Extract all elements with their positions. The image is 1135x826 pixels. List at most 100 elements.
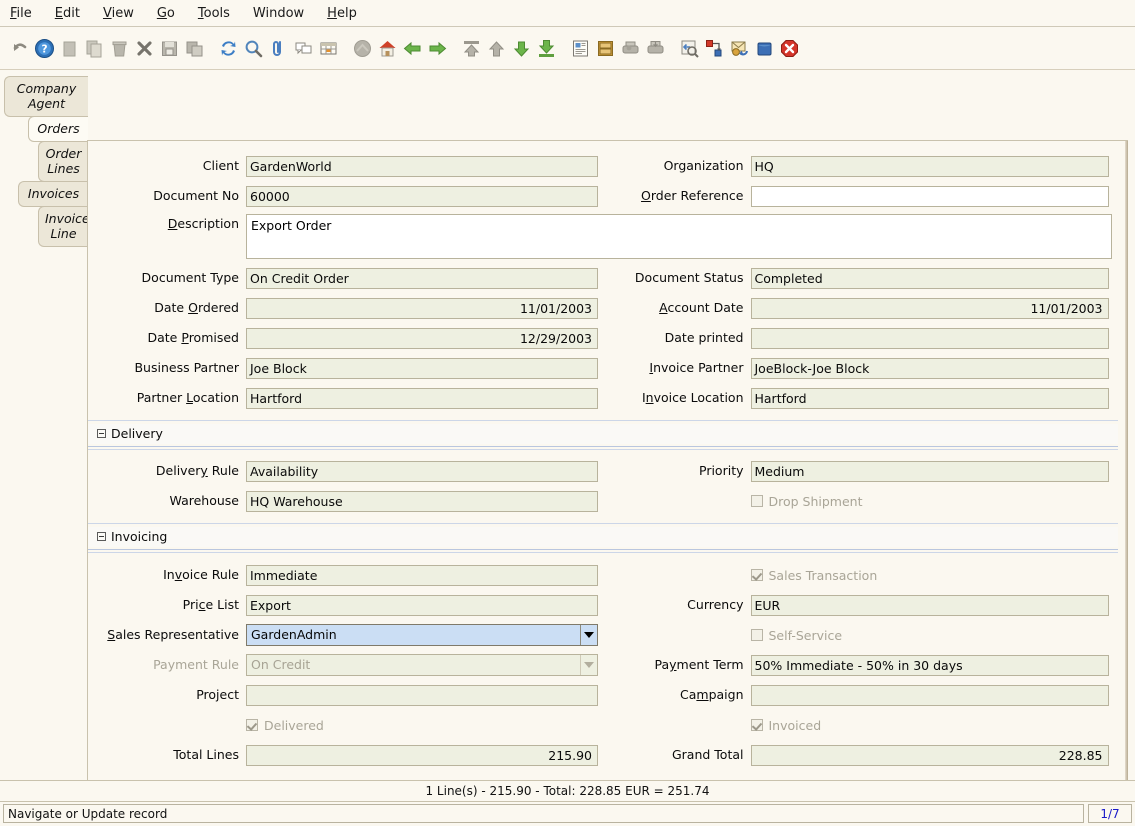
order-form-panel: Client GardenWorld Organization HQ Docum… [87, 140, 1128, 826]
checkbox-checked-icon [246, 719, 258, 731]
invoice-location-field[interactable]: Hartford [750, 387, 1109, 409]
currency-field[interactable]: EUR [750, 594, 1109, 616]
collapse-icon[interactable] [97, 532, 106, 541]
help-icon[interactable]: ? [32, 33, 57, 63]
account-date-label: Account Date [659, 300, 744, 315]
date-printed-field[interactable] [750, 327, 1109, 349]
back-icon[interactable] [400, 33, 425, 63]
invoicing-section-header[interactable]: Invoicing [88, 527, 1118, 547]
form-row-date-promised: Date Promised 12/29/2003 Date printed [88, 323, 1118, 353]
svg-text:?: ? [41, 43, 47, 55]
first-record-icon[interactable] [459, 33, 484, 63]
menu-edit[interactable]: Edit [53, 5, 82, 22]
invoice-partner-label: Invoice Partner [649, 360, 744, 375]
product-info-icon[interactable] [752, 33, 777, 63]
date-promised-field[interactable]: 12/29/2003 [246, 327, 598, 349]
invoice-partner-field[interactable]: JoeBlock-Joe Block [750, 357, 1109, 379]
last-record-icon[interactable] [534, 33, 559, 63]
print-preview-icon[interactable] [618, 33, 643, 63]
form-row-invoice-rule: Invoice Rule Immediate Sales Transaction [88, 560, 1118, 590]
form-row-description: Description Export Order [88, 211, 1118, 263]
tab-invoice-line[interactable]: Invoice Line [38, 206, 90, 247]
drop-shipment-checkbox[interactable]: Drop Shipment [750, 494, 863, 509]
document-type-field[interactable]: On Credit Order [246, 267, 598, 289]
partner-location-field[interactable]: Hartford [246, 387, 598, 409]
save-icon[interactable] [157, 33, 182, 63]
print-icon[interactable] [643, 33, 668, 63]
delivered-checkbox[interactable]: Delivered [246, 718, 324, 733]
menu-window[interactable]: Window [251, 5, 306, 22]
grid-toggle-icon[interactable] [316, 33, 341, 63]
payment-rule-value: On Credit [251, 657, 311, 672]
exit-icon[interactable] [777, 33, 802, 63]
date-ordered-field[interactable]: 11/01/2003 [246, 297, 598, 319]
tab-company-agent[interactable]: Company Agent [4, 76, 88, 117]
payment-rule-combo[interactable]: On Credit [246, 654, 598, 676]
delivery-rule-field[interactable]: Availability [246, 460, 598, 482]
tab-order-lines[interactable]: Order Lines [38, 141, 88, 182]
menu-tools[interactable]: Tools [196, 5, 232, 22]
collapse-icon[interactable] [97, 429, 106, 438]
delete-selection-icon[interactable] [132, 33, 157, 63]
order-reference-field[interactable] [750, 185, 1109, 207]
home-icon[interactable] [375, 33, 400, 63]
priority-field[interactable]: Medium [750, 460, 1109, 482]
campaign-field[interactable] [750, 684, 1109, 706]
refresh-icon[interactable] [216, 33, 241, 63]
request-icon[interactable] [727, 33, 752, 63]
tab-invoices[interactable]: Invoices [18, 181, 88, 207]
document-status-field[interactable]: Completed [750, 267, 1109, 289]
menu-file[interactable]: File [8, 5, 34, 22]
copy-record-icon[interactable] [82, 33, 107, 63]
parent-record-icon[interactable] [350, 33, 375, 63]
find-icon[interactable] [241, 33, 266, 63]
invoiced-checkbox[interactable]: Invoiced [750, 718, 821, 733]
sales-transaction-checkbox[interactable]: Sales Transaction [750, 568, 877, 583]
duplicate-icon[interactable] [182, 33, 207, 63]
tab-strip: Company Agent Orders Order Lines Invoice… [0, 76, 90, 247]
warehouse-field[interactable]: HQ Warehouse [246, 490, 598, 512]
organization-field[interactable]: HQ [750, 155, 1109, 177]
business-partner-field[interactable]: Joe Block [246, 357, 598, 379]
date-promised-label: Date Promised [147, 330, 240, 345]
active-workflow-icon[interactable] [702, 33, 727, 63]
partner-location-label: Partner Location [136, 390, 239, 405]
document-no-field[interactable]: 60000 [246, 185, 598, 207]
tab-orders[interactable]: Orders [28, 116, 88, 142]
grand-total-field[interactable]: 228.85 [750, 744, 1109, 766]
sales-representative-combo[interactable]: GardenAdmin [246, 624, 598, 646]
record-counter: 1/7 [1088, 804, 1132, 823]
delete-record-icon[interactable] [107, 33, 132, 63]
new-record-icon[interactable] [57, 33, 82, 63]
report-icon[interactable] [568, 33, 593, 63]
next-record-icon[interactable] [509, 33, 534, 63]
summary-bar: 1 Line(s) - 215.90 - Total: 228.85 EUR =… [0, 780, 1135, 802]
invoice-rule-field[interactable]: Immediate [246, 564, 598, 586]
chevron-down-icon[interactable] [580, 625, 597, 645]
undo-icon[interactable] [7, 33, 32, 63]
attachment-icon[interactable] [266, 33, 291, 63]
menu-go[interactable]: Go [155, 5, 177, 22]
previous-record-icon[interactable] [484, 33, 509, 63]
menu-view[interactable]: View [101, 5, 136, 22]
price-list-field[interactable]: Export [246, 594, 598, 616]
project-field[interactable] [246, 684, 598, 706]
client-field[interactable]: GardenWorld [246, 155, 598, 177]
order-reference-label: Order Reference [641, 188, 744, 203]
description-field[interactable]: Export Order [246, 214, 1112, 259]
description-label: Description [167, 216, 239, 231]
forward-icon[interactable] [425, 33, 450, 63]
document-type-label: Document Type [141, 270, 239, 285]
payment-term-field[interactable]: 50% Immediate - 50% in 30 days [750, 654, 1109, 676]
account-date-field[interactable]: 11/01/2003 [750, 297, 1109, 319]
total-lines-field[interactable]: 215.90 [246, 744, 598, 766]
delivery-section-header[interactable]: Delivery [88, 424, 1118, 444]
menu-help[interactable]: Help [325, 5, 359, 22]
project-label: Project [196, 687, 239, 702]
self-service-checkbox[interactable]: Self-Service [750, 628, 842, 643]
zoom-across-icon[interactable] [677, 33, 702, 63]
campaign-label: Campaign [679, 687, 744, 702]
form-row-business-partner: Business Partner Joe Block Invoice Partn… [88, 353, 1118, 383]
archive-icon[interactable] [593, 33, 618, 63]
chat-icon[interactable] [291, 33, 316, 63]
